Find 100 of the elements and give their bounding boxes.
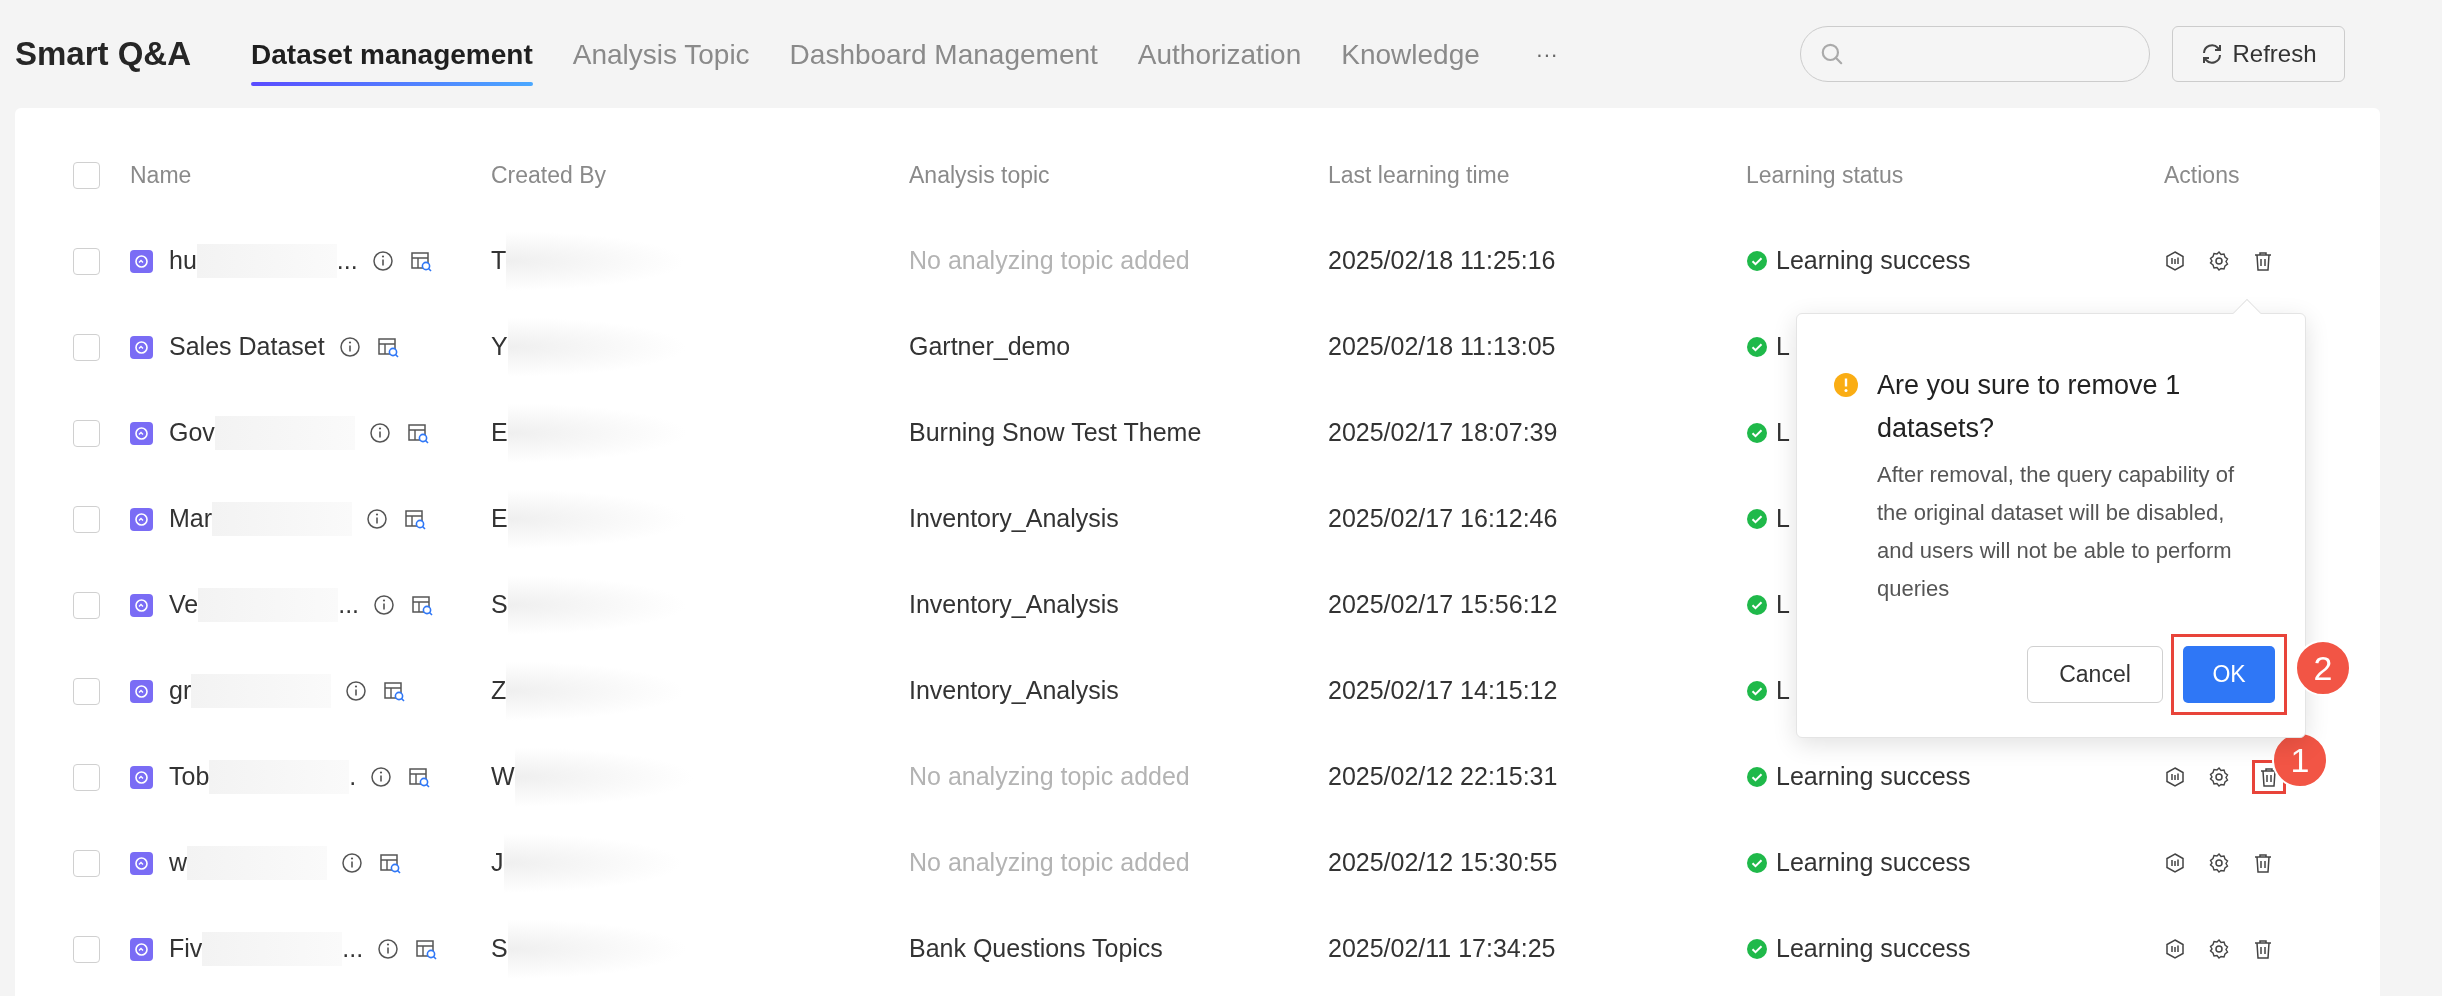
hexagon-chart-icon[interactable] — [2164, 938, 2186, 960]
info-icon[interactable] — [370, 766, 393, 788]
check-circle-icon — [1746, 680, 1768, 702]
info-icon[interactable] — [341, 852, 364, 874]
checkbox[interactable] — [73, 419, 100, 447]
table-cell: 2025/02/12 22:15:31 — [1328, 762, 1558, 791]
nav-tab[interactable]: Dataset management — [251, 34, 533, 86]
search-icon — [1819, 41, 1845, 67]
dataset-name[interactable]: w — [169, 844, 188, 882]
settings-icon[interactable] — [2208, 938, 2230, 960]
table-search-icon[interactable] — [409, 250, 432, 272]
checkbox[interactable] — [73, 591, 100, 619]
search-field[interactable] — [1800, 26, 2150, 82]
info-icon[interactable] — [377, 938, 400, 960]
hexagon-chart-icon[interactable] — [2164, 766, 2186, 788]
ok-button[interactable]: OK — [2183, 646, 2275, 703]
table-search-icon[interactable] — [408, 766, 431, 788]
table-cell-text: W — [491, 761, 515, 793]
dataset-name[interactable]: Mar — [169, 500, 213, 538]
table-search-icon[interactable] — [415, 938, 438, 960]
table-cell: Inventory_Analysis — [909, 590, 1119, 619]
callout-badge: 2 — [2295, 640, 2351, 696]
delete-icon[interactable] — [2252, 938, 2274, 960]
hexagon-chart-icon[interactable] — [2164, 852, 2186, 874]
column-header: Learning status — [1746, 161, 1904, 188]
cancel-button[interactable]: Cancel — [2027, 646, 2163, 703]
checkbox[interactable] — [73, 161, 100, 189]
dataset-icon — [130, 679, 153, 703]
table-search-icon[interactable] — [404, 508, 427, 530]
checkbox[interactable] — [73, 763, 100, 791]
dataset-name[interactable]: Gov — [169, 414, 215, 452]
status-text: L — [1776, 417, 1790, 449]
check-circle-icon — [1746, 336, 1768, 358]
info-icon[interactable] — [338, 336, 361, 358]
name-ellipsis: ... — [336, 245, 358, 277]
delete-icon[interactable] — [2252, 852, 2274, 874]
check-circle-icon — [1746, 938, 1768, 960]
table-cell: 2025/02/17 14:15:12 — [1328, 676, 1558, 705]
table-cell: 2025/02/12 15:30:55 — [1328, 848, 1558, 877]
dataset-icon — [130, 421, 153, 445]
status-text: L — [1776, 589, 1790, 621]
table-cell-text: Z — [491, 675, 507, 707]
table-cell: 2025/02/17 15:56:12 — [1328, 590, 1558, 619]
column-header: Created By — [491, 161, 607, 188]
table-cell-text: S — [491, 589, 508, 621]
name-ellipsis: . — [349, 761, 357, 793]
dataset-name[interactable]: hu — [169, 242, 197, 280]
table-search-icon[interactable] — [411, 594, 434, 616]
refresh-button[interactable]: Refresh — [2172, 26, 2345, 82]
dataset-icon — [130, 765, 153, 789]
app-title: Smart Q&A — [15, 34, 192, 75]
table-cell-text: E — [491, 503, 508, 535]
table-search-icon[interactable] — [406, 422, 429, 444]
more-tabs-button[interactable]: ··· — [1529, 36, 1564, 72]
settings-icon[interactable] — [2208, 766, 2230, 788]
delete-icon[interactable] — [2252, 250, 2274, 272]
settings-icon[interactable] — [2208, 852, 2230, 874]
dataset-name[interactable]: Tob — [169, 758, 210, 796]
dataset-name[interactable]: gr — [169, 672, 192, 710]
table-cell: 2025/02/11 17:34:25 — [1328, 934, 1556, 963]
checkbox[interactable] — [73, 247, 100, 275]
info-icon[interactable] — [373, 594, 396, 616]
status-text: Learning success — [1776, 933, 1971, 965]
info-icon[interactable] — [366, 508, 389, 530]
dataset-icon — [130, 937, 153, 961]
settings-icon[interactable] — [2208, 250, 2230, 272]
dataset-name[interactable]: Sales Dataset — [169, 328, 325, 366]
info-icon[interactable] — [371, 250, 394, 272]
table-search-icon[interactable] — [383, 680, 406, 702]
table-cell-text: E — [491, 417, 508, 449]
check-circle-icon — [1746, 594, 1768, 616]
dataset-icon — [130, 335, 153, 359]
status-text: L — [1776, 331, 1790, 363]
table-search-icon[interactable] — [379, 852, 402, 874]
dataset-name[interactable]: Ve — [169, 586, 199, 624]
table-cell-text: Y — [491, 331, 508, 363]
dataset-name[interactable]: Fiv — [169, 930, 203, 968]
checkbox[interactable] — [73, 849, 100, 877]
hexagon-chart-icon[interactable] — [2164, 250, 2186, 272]
info-icon[interactable] — [345, 680, 368, 702]
warning-icon — [1833, 372, 1859, 398]
checkbox[interactable] — [73, 935, 100, 963]
table-cell: No analyzing topic added — [909, 246, 1190, 275]
checkbox[interactable] — [73, 505, 100, 533]
checkbox[interactable] — [73, 333, 100, 361]
checkbox[interactable] — [73, 677, 100, 705]
check-circle-icon — [1746, 766, 1768, 788]
table-cell: Gartner_demo — [909, 332, 1071, 361]
table-search-icon[interactable] — [376, 336, 399, 358]
column-header: Last learning time — [1328, 161, 1510, 188]
table-cell: No analyzing topic added — [909, 848, 1190, 877]
popover-message: After removal, the query capability of the original dataset will be disabled, and users will not be able to perform queries — [1877, 461, 2236, 603]
dataset-icon — [130, 507, 153, 531]
status-text: Learning success — [1776, 245, 1971, 277]
table-cell: Burning Snow Test Theme — [909, 418, 1202, 447]
table-cell-text: T — [491, 245, 507, 277]
name-ellipsis: ... — [338, 589, 360, 621]
info-icon[interactable] — [368, 422, 391, 444]
status-text: Learning success — [1776, 761, 1971, 793]
popover-title: Are you sure to remove 1 datasets? — [1877, 369, 2182, 445]
